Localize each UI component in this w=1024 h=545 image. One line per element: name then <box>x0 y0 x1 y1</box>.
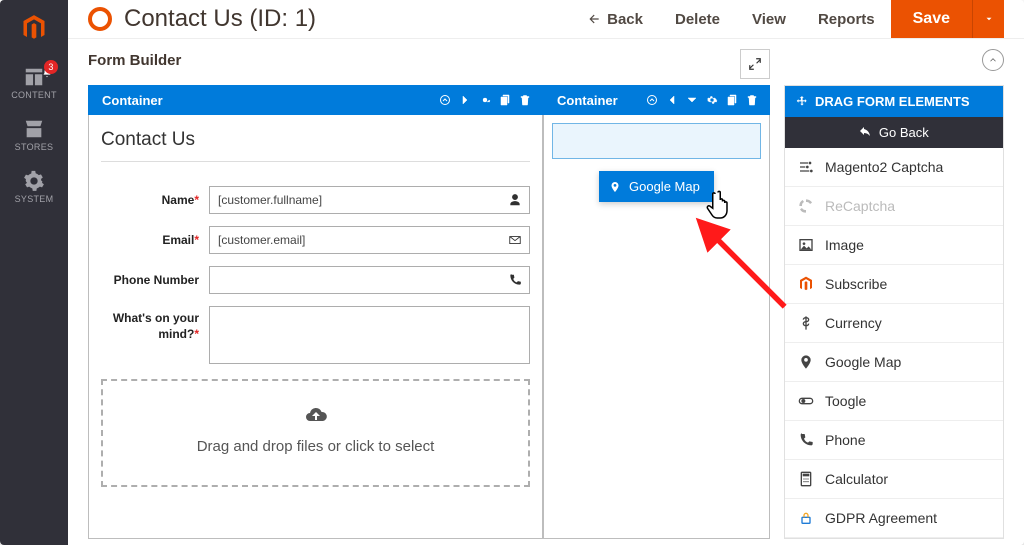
collapse-section-button[interactable] <box>982 49 1004 71</box>
trash-icon[interactable] <box>517 92 533 108</box>
element-magento2-captcha[interactable]: Magento2 Captcha <box>785 148 1003 187</box>
reply-icon <box>859 126 871 138</box>
elements-panel-title: DRAG FORM ELEMENTS <box>785 86 1003 117</box>
element-recaptcha[interactable]: ReCaptcha <box>785 187 1003 226</box>
container-left-header: Container <box>88 85 543 115</box>
user-icon <box>508 193 522 207</box>
chevron-right-icon[interactable] <box>457 92 473 108</box>
elements-panel: DRAG FORM ELEMENTS Go Back Magento2 Capt… <box>784 85 1004 539</box>
element-google-map[interactable]: Google Map <box>785 343 1003 382</box>
element-label: Toogle <box>825 393 866 409</box>
annotation-arrow <box>693 215 803 330</box>
copy-icon[interactable] <box>724 92 740 108</box>
accent-circle-icon <box>88 7 112 31</box>
expand-canvas-button[interactable] <box>740 49 770 79</box>
delete-button[interactable]: Delete <box>659 11 736 28</box>
container-right-header: Container <box>543 85 770 115</box>
field-email: Email* <box>101 226 530 254</box>
admin-sidebar: 3 CONTENT STORES SYSTEM <box>0 0 68 545</box>
move-icon <box>795 95 809 109</box>
magento-logo <box>0 0 68 56</box>
trash-icon[interactable] <box>744 92 760 108</box>
element-phone[interactable]: Phone <box>785 421 1003 460</box>
field-name: Name* <box>101 186 530 214</box>
pin-icon <box>609 181 621 193</box>
container-left: Container Contact Us Name* <box>88 85 543 539</box>
chevron-up-icon <box>988 55 998 65</box>
form-heading: Contact Us <box>101 125 530 162</box>
element-toogle[interactable]: Toogle <box>785 382 1003 421</box>
collapse-icon[interactable] <box>644 92 660 108</box>
phone-input[interactable] <box>209 266 530 294</box>
section-bar: Form Builder <box>68 38 1024 85</box>
element-image[interactable]: Image <box>785 226 1003 265</box>
drop-slot[interactable] <box>552 123 761 159</box>
sidebar-item-content[interactable]: 3 CONTENT <box>0 56 68 108</box>
section-title: Form Builder <box>88 52 181 69</box>
element-gdpr-agreement[interactable]: GDPR Agreement <box>785 499 1003 538</box>
element-label: Currency <box>825 315 882 331</box>
element-label: Calculator <box>825 471 888 487</box>
lock-icon <box>797 509 815 527</box>
arrow-left-icon <box>587 12 601 26</box>
phone-icon <box>508 273 522 287</box>
sliders-icon <box>797 158 815 176</box>
reports-button[interactable]: Reports <box>802 11 891 28</box>
container-right: Container Googl <box>543 85 770 539</box>
sidebar-item-stores[interactable]: STORES <box>0 108 68 160</box>
sidebar-item-system[interactable]: SYSTEM <box>0 160 68 212</box>
save-button[interactable]: Save <box>891 0 972 38</box>
chevron-left-icon[interactable] <box>664 92 680 108</box>
elements-list: Magento2 Captcha ReCaptcha Image Subscribe C… <box>785 148 1003 538</box>
recaptcha-icon <box>797 197 815 215</box>
notifications-badge: 3 <box>44 60 58 74</box>
page-header: Contact Us (ID: 1) Back Delete View Repo… <box>68 0 1024 38</box>
email-input[interactable] <box>209 226 530 254</box>
element-label: Phone <box>825 432 865 448</box>
element-label: Image <box>825 237 864 253</box>
element-currency[interactable]: Currency <box>785 304 1003 343</box>
element-label: ReCaptcha <box>825 198 895 214</box>
go-back-button[interactable]: Go Back <box>785 117 1003 148</box>
form-builder: Container Contact Us Name* <box>68 85 1024 545</box>
collapse-icon[interactable] <box>437 92 453 108</box>
back-button[interactable]: Back <box>571 11 659 28</box>
envelope-icon <box>508 233 522 247</box>
field-phone: Phone Number <box>101 266 530 294</box>
builder-canvas: Container Contact Us Name* <box>88 85 770 539</box>
cursor-hand-icon <box>703 185 739 221</box>
container-left-label: Container <box>102 93 163 108</box>
element-label: GDPR Agreement <box>825 510 937 526</box>
copy-icon[interactable] <box>497 92 513 108</box>
name-input[interactable] <box>209 186 530 214</box>
save-dropdown-button[interactable] <box>972 0 1004 38</box>
element-calculator[interactable]: Calculator <box>785 460 1003 499</box>
field-message: What's on your mind?* <box>101 306 530 367</box>
chevron-down-icon[interactable] <box>684 92 700 108</box>
phone-icon <box>797 431 815 449</box>
calculator-icon <box>797 470 815 488</box>
element-subscribe[interactable]: Subscribe <box>785 265 1003 304</box>
gear-icon[interactable] <box>477 92 493 108</box>
toggle-icon <box>797 392 815 410</box>
expand-icon <box>748 57 762 71</box>
pin-icon <box>797 353 815 371</box>
message-textarea[interactable] <box>209 306 530 364</box>
element-label: Magento2 Captcha <box>825 159 943 175</box>
element-label: Subscribe <box>825 276 887 292</box>
caret-down-icon <box>984 14 994 24</box>
element-label: Google Map <box>825 354 901 370</box>
view-button[interactable]: View <box>736 11 802 28</box>
gear-icon[interactable] <box>704 92 720 108</box>
dragging-element-chip: Google Map <box>599 171 714 202</box>
file-dropzone[interactable]: Drag and drop files or click to select <box>101 379 530 487</box>
container-right-label: Container <box>557 93 618 108</box>
page-title: Contact Us (ID: 1) <box>124 5 316 33</box>
cloud-upload-icon <box>300 403 332 427</box>
